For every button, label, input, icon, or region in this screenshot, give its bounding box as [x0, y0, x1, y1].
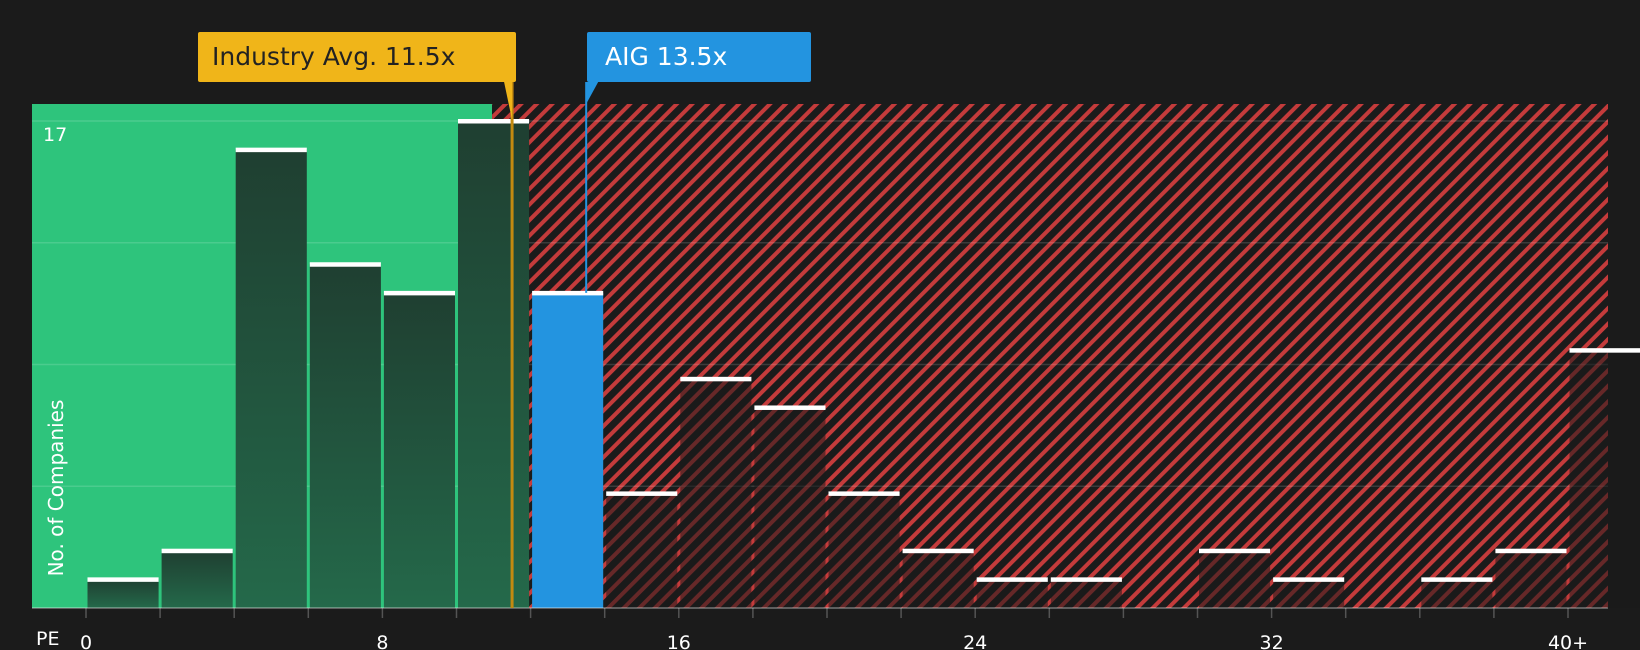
- x-tick-label-4: 32: [1260, 632, 1284, 650]
- bar-16-18: [680, 378, 752, 608]
- bar-cap-36-38: [1421, 577, 1493, 582]
- bar-18-20: [754, 407, 826, 608]
- bar-cap-26-28: [1050, 577, 1122, 582]
- bar-20-22: [828, 493, 900, 608]
- industry-average-callout: Industry Avg. 11.5x: [198, 32, 516, 82]
- bar-32-34: [1273, 579, 1345, 608]
- bar-12-14: [532, 292, 604, 608]
- bar-cap-40-42: [1569, 348, 1640, 353]
- bar-cap-4-6: [235, 147, 307, 153]
- bar-8-10: [383, 292, 455, 608]
- bar-36-38: [1421, 579, 1493, 608]
- bar-cap-30-32: [1199, 548, 1271, 554]
- bar-2-4: [161, 550, 233, 608]
- x-tick-label-3: 24: [963, 632, 987, 650]
- bar-cap-10-12: [458, 119, 530, 124]
- bar-38-40: [1495, 550, 1567, 608]
- bar-cap-2-4: [161, 548, 233, 554]
- bar-cap-16-18: [680, 376, 752, 382]
- bar-cap-20-22: [828, 491, 900, 496]
- bar-24-26: [976, 579, 1048, 608]
- bar-14-16: [606, 493, 678, 608]
- x-axis-name: PE: [36, 628, 60, 650]
- y-axis-max-label: 17: [43, 124, 68, 146]
- company-pe-callout: AIG 13.5x: [587, 32, 811, 82]
- bar-30-32: [1199, 550, 1271, 608]
- bar-22-24: [902, 550, 974, 608]
- bar-cap-38-40: [1495, 548, 1567, 554]
- x-tick-label-1: 8: [376, 632, 388, 650]
- y-axis-label: No. of Companies: [44, 399, 68, 577]
- bar-cap-0-2: [87, 577, 159, 582]
- bar-cap-8-10: [383, 290, 455, 296]
- bar-cap-32-34: [1273, 577, 1345, 582]
- pe-distribution-chart: 0 8 16 24 32 40+: [32, 82, 1640, 650]
- bar-cap-14-16: [606, 491, 678, 496]
- x-tick-label-0: 0: [80, 632, 92, 650]
- bar-cap-22-24: [902, 548, 974, 554]
- bar-26-28: [1050, 579, 1122, 608]
- bar-40-42: [1569, 350, 1640, 608]
- bar-4-6: [235, 149, 307, 608]
- bar-0-2: [87, 579, 159, 608]
- bar-cap-6-8: [309, 262, 381, 267]
- bar-6-8: [309, 264, 381, 608]
- bar-cap-18-20: [754, 405, 826, 410]
- company-callout-pointer: [586, 82, 599, 104]
- bar-10-12: [458, 121, 530, 608]
- bar-cap-12-14: [532, 290, 604, 296]
- bar-cap-24-26: [976, 577, 1048, 582]
- x-tick-label-5: 40+: [1548, 632, 1588, 650]
- x-tick-label-2: 16: [667, 632, 691, 650]
